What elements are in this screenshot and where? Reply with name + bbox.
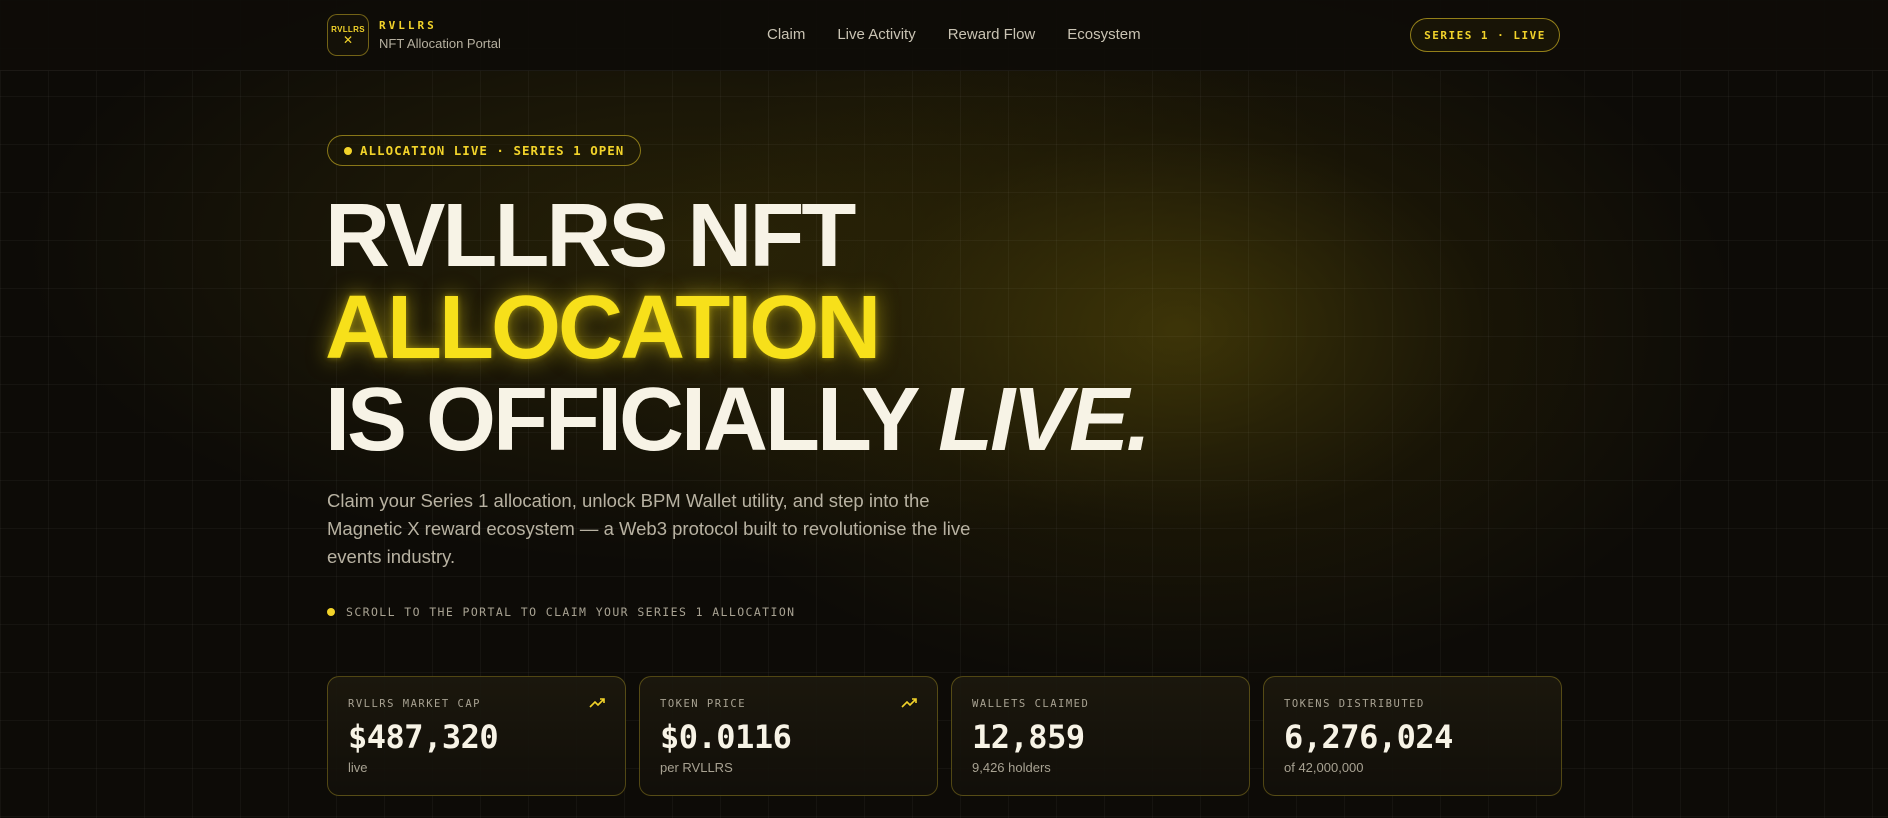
headline-live-word: LIVE.: [938, 370, 1151, 470]
stat-label: TOKEN PRICE: [660, 698, 747, 710]
stat-subtext: live: [348, 760, 368, 775]
nav-ecosystem[interactable]: Ecosystem: [1067, 26, 1140, 43]
headline-line-2: ALLOCATION: [325, 278, 881, 378]
nav-reward-flow[interactable]: Reward Flow: [948, 26, 1036, 43]
hero-description: Claim your Series 1 allocation, unlock B…: [327, 490, 971, 567]
stats-row: RVLLRS MARKET CAP $487,320 live TOKEN PR…: [327, 676, 1562, 796]
top-header: RVLLRS ✕ RVLLRS NFT Allocation Portal Cl…: [0, 0, 1888, 71]
stat-label: WALLETS CLAIMED: [972, 698, 1090, 710]
brand-subtitle: NFT Allocation Portal: [379, 36, 501, 51]
stat-label: RVLLRS MARKET CAP: [348, 698, 481, 710]
allocation-live-badge: ALLOCATION LIVE · SERIES 1 OPEN: [327, 135, 642, 166]
nav-live-activity[interactable]: Live Activity: [837, 26, 915, 43]
live-dot-icon: [344, 146, 352, 155]
stat-card-wallets-claimed: WALLETS CLAIMED 12,859 9,426 holders: [951, 676, 1250, 796]
scroll-hint-text: SCROLL TO THE PORTAL TO CLAIM YOUR SERIE…: [346, 605, 796, 619]
trending-up-icon: [589, 698, 605, 708]
stat-value: 12,859: [972, 718, 1085, 756]
stat-value: 6,276,024: [1284, 718, 1453, 756]
logo[interactable]: RVLLRS ✕: [327, 14, 369, 56]
stat-card-token-price: TOKEN PRICE $0.0116 per RVLLRS: [639, 676, 938, 796]
series-live-pill[interactable]: SERIES 1 · LIVE: [1410, 18, 1560, 52]
stat-subtext: of 42,000,000: [1284, 760, 1364, 775]
stat-value: $0.0116: [660, 718, 792, 756]
brand-name: RVLLRS: [379, 19, 437, 32]
stat-label: TOKENS DISTRIBUTED: [1284, 698, 1425, 710]
headline-line-1: RVLLRS NFT: [325, 186, 856, 286]
hero-headline: RVLLRS NFT ALLOCATION IS OFFICIALLY LIVE…: [325, 186, 1151, 466]
logo-x-icon: ✕: [342, 32, 354, 47]
stat-card-market-cap: RVLLRS MARKET CAP $487,320 live: [327, 676, 626, 796]
badge-text: ALLOCATION LIVE · SERIES 1 OPEN: [360, 143, 625, 158]
stat-card-tokens-distributed: TOKENS DISTRIBUTED 6,276,024 of 42,000,0…: [1263, 676, 1562, 796]
headline-line-3: IS OFFICIALLY LIVE.: [325, 374, 1151, 466]
brand: RVLLRS NFT Allocation Portal: [379, 19, 501, 51]
headline-line-3-text: IS OFFICIALLY: [325, 370, 939, 470]
nav-claim[interactable]: Claim: [767, 26, 805, 43]
scroll-hint: SCROLL TO THE PORTAL TO CLAIM YOUR SERIE…: [327, 605, 795, 619]
stat-subtext: 9,426 holders: [972, 760, 1051, 775]
trending-up-icon: [901, 698, 917, 708]
stat-value: $487,320: [348, 718, 499, 756]
scroll-dot-icon: [327, 608, 335, 616]
stat-subtext: per RVLLRS: [660, 760, 733, 775]
main-nav: Claim Live Activity Reward Flow Ecosyste…: [767, 26, 1141, 43]
